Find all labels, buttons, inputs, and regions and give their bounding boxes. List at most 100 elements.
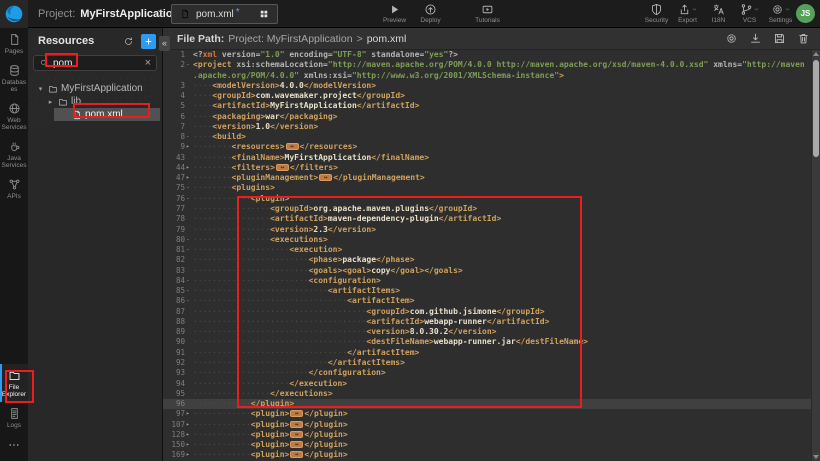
- fold-toggle[interactable]: -: [185, 183, 193, 193]
- code-line-95[interactable]: 95················</executions>: [163, 389, 811, 399]
- fold-toggle[interactable]: -: [185, 60, 193, 70]
- fold-toggle[interactable]: ▸: [185, 142, 193, 152]
- folded-code-pill[interactable]: ↔: [290, 441, 303, 448]
- preview-button[interactable]: Preview: [381, 3, 408, 24]
- code-line-82[interactable]: 82························<phase>package…: [163, 255, 811, 265]
- tree-caret-icon[interactable]: ▾: [36, 85, 45, 93]
- code-line-107[interactable]: 107▸············<plugin>↔</plugin>: [163, 420, 811, 430]
- vcs-button[interactable]: VCS: [736, 3, 763, 24]
- fold-toggle[interactable]: -: [185, 296, 193, 306]
- sidebar-item-web-services[interactable]: Web Services: [0, 97, 28, 135]
- tree-item-MyFirstApplication[interactable]: ▾MyFirstApplication: [28, 82, 162, 95]
- code-line-94[interactable]: 94····················</execution>: [163, 379, 811, 389]
- fold-toggle[interactable]: ▸: [185, 420, 193, 430]
- code-line-wrap[interactable]: .apache.org/POM/4.0.0" xmlns:xsi="http:/…: [163, 71, 811, 81]
- code-line-86[interactable]: 86-································<arti…: [163, 296, 811, 306]
- code-line-88[interactable]: 88····································<a…: [163, 317, 811, 327]
- export-button[interactable]: Export: [674, 3, 701, 24]
- tutorials-button[interactable]: Tutorials: [474, 3, 501, 24]
- collapse-panel-button[interactable]: «: [159, 36, 170, 51]
- tree-item-pom.xml[interactable]: pom.xml: [54, 108, 160, 121]
- fold-toggle[interactable]: -: [185, 276, 193, 286]
- scroll-down-arrow-icon[interactable]: [813, 455, 819, 459]
- fold-toggle[interactable]: ▸: [185, 409, 193, 419]
- code-line-128[interactable]: 128▸············<plugin>↔</plugin>: [163, 430, 811, 440]
- tab-pom-xml[interactable]: pom.xml *: [171, 4, 278, 24]
- fold-toggle[interactable]: ▸: [185, 440, 193, 450]
- refresh-icon[interactable]: [123, 36, 134, 47]
- code-line-3[interactable]: 3····<modelVersion>4.0.0</modelVersion>: [163, 81, 811, 91]
- fold-toggle[interactable]: ▸: [185, 173, 193, 183]
- vertical-scrollbar[interactable]: [811, 50, 820, 461]
- code-line-76[interactable]: 76-············<plugin>: [163, 194, 811, 204]
- folded-code-pill[interactable]: ↔: [290, 431, 303, 438]
- folded-code-pill[interactable]: ↔: [290, 421, 303, 428]
- code-line-75[interactable]: 75-········<plugins>: [163, 183, 811, 193]
- code-line-5[interactable]: 5····<artifactId>MyFirstApplication</art…: [163, 101, 811, 111]
- code-line-9[interactable]: 9▸········<resources>↔</resources>: [163, 142, 811, 152]
- tree-caret-icon[interactable]: ▸: [46, 98, 55, 106]
- code-line-47[interactable]: 47▸········<pluginManagement>↔</pluginMa…: [163, 173, 811, 183]
- fold-toggle[interactable]: -: [185, 286, 193, 296]
- deploy-button[interactable]: Deploy: [417, 3, 444, 24]
- code-line-90[interactable]: 90····································<d…: [163, 337, 811, 347]
- code-line-77[interactable]: 77················<groupId>org.apache.ma…: [163, 204, 811, 214]
- delete-file-button[interactable]: [797, 32, 810, 45]
- i18n-button[interactable]: I18N: [705, 3, 732, 24]
- code-line-4[interactable]: 4····<groupId>com.wavemaker.project</gro…: [163, 91, 811, 101]
- add-resource-button[interactable]: [141, 34, 156, 49]
- clear-search-icon[interactable]: ×: [145, 58, 151, 69]
- code-line-96[interactable]: 96············</plugin>: [163, 399, 811, 409]
- folded-code-pill[interactable]: ↔: [276, 164, 289, 171]
- sidebar-item-databases[interactable]: Databases: [0, 59, 28, 97]
- code-line-84[interactable]: 84-························<configuratio…: [163, 276, 811, 286]
- sidebar-item-java-services[interactable]: Java Services: [0, 135, 28, 173]
- sidebar-item-apis[interactable]: APIs: [0, 173, 28, 204]
- code-line-79[interactable]: 79················<version>2.3</version>: [163, 225, 811, 235]
- fold-toggle[interactable]: ▸: [185, 450, 193, 460]
- code-line-44[interactable]: 44▸········<filters>↔</filters>: [163, 163, 811, 173]
- code-line-93[interactable]: 93························</configuratio…: [163, 368, 811, 378]
- tree-item-lib[interactable]: ▸lib: [28, 95, 162, 108]
- download-file-button[interactable]: [749, 32, 762, 45]
- folded-code-pill[interactable]: ↔: [286, 143, 299, 150]
- code-line-83[interactable]: 83························<goals><goal>c…: [163, 266, 811, 276]
- sidebar-item-logs[interactable]: Logs: [0, 402, 28, 433]
- code-line-87[interactable]: 87····································<g…: [163, 307, 811, 317]
- sidebar-item-pages[interactable]: Pages: [0, 28, 28, 59]
- code-line-6[interactable]: 6····<packaging>war</packaging>: [163, 112, 811, 122]
- save-file-button[interactable]: [773, 32, 786, 45]
- sidebar-item-file-explorer[interactable]: File Explorer: [0, 364, 28, 402]
- settings-button[interactable]: Settings: [767, 3, 794, 24]
- code-line-89[interactable]: 89····································<v…: [163, 327, 811, 337]
- code-line-85[interactable]: 85-····························<artifact…: [163, 286, 811, 296]
- editor-settings-button[interactable]: [725, 32, 738, 45]
- avatar[interactable]: JS: [796, 4, 815, 23]
- fold-toggle[interactable]: -: [185, 245, 193, 255]
- sidebar-more-button[interactable]: [0, 433, 28, 461]
- folded-code-pill[interactable]: ↔: [290, 451, 303, 458]
- code-line-1[interactable]: 1<?xml version="1.0" encoding="UTF-8" st…: [163, 50, 811, 60]
- folded-code-pill[interactable]: ↔: [319, 174, 332, 181]
- code-line-80[interactable]: 80-················<executions>: [163, 235, 811, 245]
- code-line-97[interactable]: 97▸············<plugin>↔</plugin>: [163, 409, 811, 419]
- code-line-43[interactable]: 43········<finalName>MyFirstApplication<…: [163, 153, 811, 163]
- scrollbar-thumb[interactable]: [813, 60, 819, 157]
- code-line-150[interactable]: 150▸············<plugin>↔</plugin>: [163, 440, 811, 450]
- code-line-81[interactable]: 81-····················<execution>: [163, 245, 811, 255]
- code-line-78[interactable]: 78················<artifactId>maven-depe…: [163, 214, 811, 224]
- fold-toggle[interactable]: -: [185, 235, 193, 245]
- security-button[interactable]: Security: [643, 3, 670, 24]
- fold-toggle[interactable]: -: [185, 194, 193, 204]
- search-input[interactable]: [53, 58, 141, 69]
- fold-toggle[interactable]: ▸: [185, 163, 193, 173]
- app-logo[interactable]: [0, 0, 28, 28]
- code-line-7[interactable]: 7····<version>1.0</version>: [163, 122, 811, 132]
- fold-toggle[interactable]: ▸: [185, 430, 193, 440]
- fold-toggle[interactable]: -: [185, 132, 193, 142]
- code-line-91[interactable]: 91································</arti…: [163, 348, 811, 358]
- scroll-up-arrow-icon[interactable]: [813, 52, 819, 56]
- folded-code-pill[interactable]: ↔: [290, 410, 303, 417]
- grid-icon[interactable]: [259, 9, 269, 19]
- code-line-169[interactable]: 169▸············<plugin>↔</plugin>: [163, 450, 811, 460]
